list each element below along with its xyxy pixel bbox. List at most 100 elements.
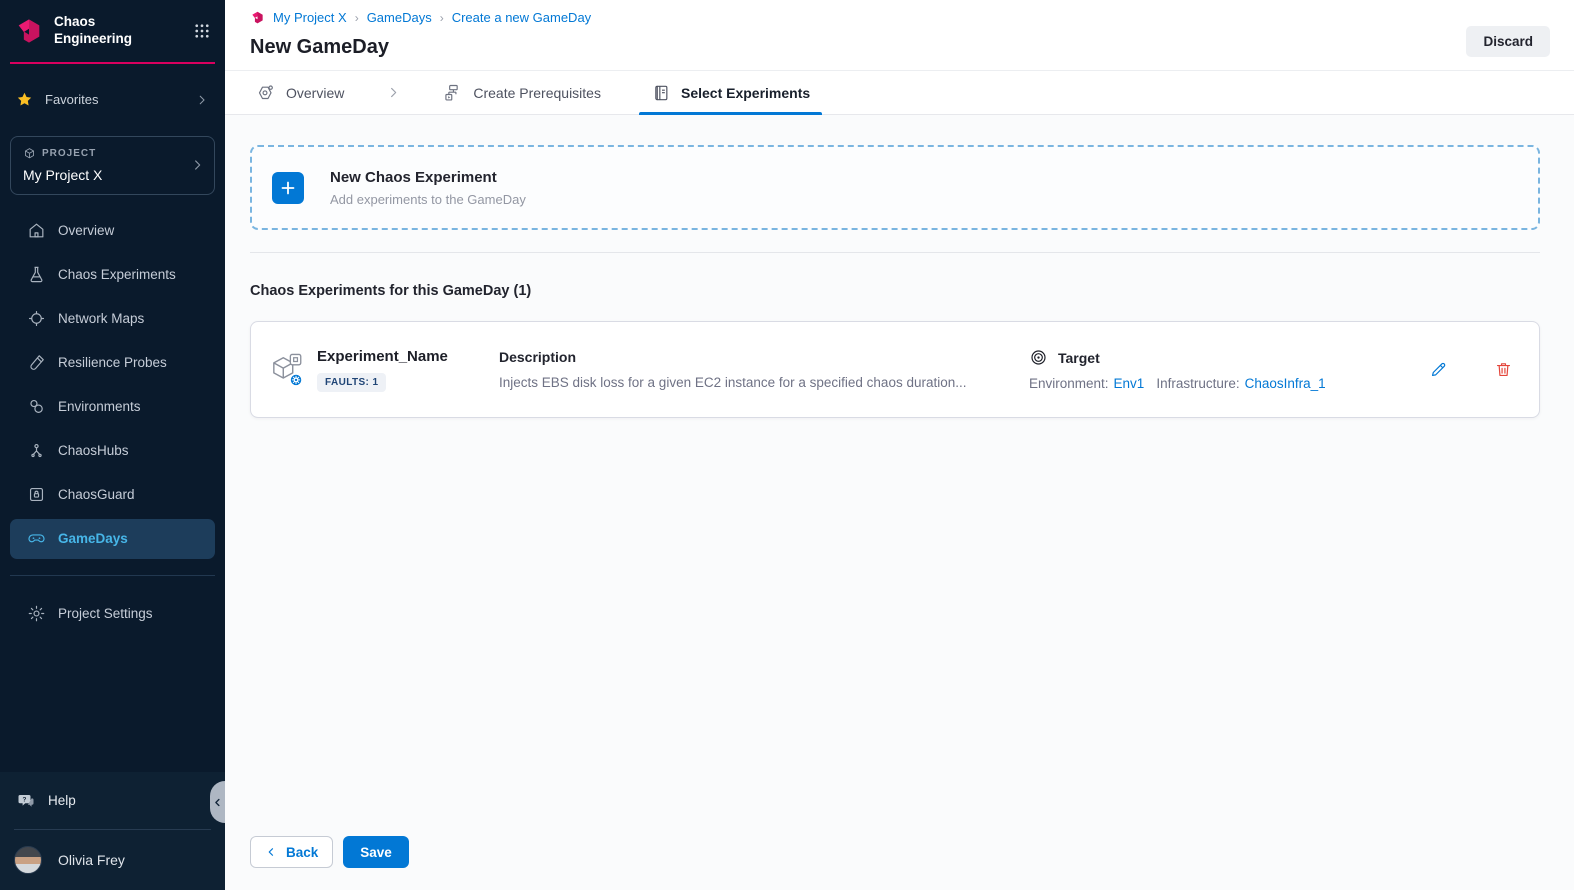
back-label: Back bbox=[286, 845, 318, 860]
brand-divider bbox=[10, 62, 215, 64]
sidebar-item-label: Project Settings bbox=[58, 606, 153, 621]
breadcrumb-separator: › bbox=[355, 11, 359, 25]
sidebar: Chaos Engineering Favorites PROJECT My P… bbox=[0, 0, 225, 890]
pencil-icon bbox=[1429, 360, 1448, 379]
section-heading: Chaos Experiments for this GameDay (1) bbox=[250, 283, 1540, 299]
infrastructure-link[interactable]: ChaosInfra_1 bbox=[1245, 376, 1326, 391]
project-selector[interactable]: PROJECT My Project X bbox=[10, 136, 215, 195]
chevron-left-icon bbox=[212, 797, 223, 808]
sidebar-item-label: ChaosHubs bbox=[58, 443, 129, 458]
experiment-name-column: Experiment_Name FAULTS: 1 bbox=[317, 348, 499, 392]
content-divider bbox=[250, 252, 1540, 253]
breadcrumb-create-gameday[interactable]: Create a new GameDay bbox=[452, 10, 591, 25]
star-icon bbox=[16, 91, 33, 108]
main-area: My Project X › GameDays › Create a new G… bbox=[225, 0, 1574, 890]
chevron-right-icon bbox=[386, 85, 401, 100]
home-icon bbox=[27, 221, 46, 240]
favorites-row[interactable]: Favorites bbox=[0, 82, 225, 118]
experiment-target-column: Target Environment: Env1 Infrastructure:… bbox=[1029, 348, 1421, 391]
sidebar-item-label: Environments bbox=[58, 399, 141, 414]
sidebar-item-label: Resilience Probes bbox=[58, 355, 167, 370]
app-grid-icon[interactable] bbox=[193, 22, 211, 40]
infrastructure-label: Infrastructure: bbox=[1156, 376, 1239, 391]
breadcrumb: My Project X › GameDays › Create a new G… bbox=[250, 10, 1550, 25]
chevron-right-icon bbox=[195, 93, 209, 107]
experiment-actions bbox=[1421, 356, 1521, 383]
wizard-footer: Back Save bbox=[250, 836, 409, 868]
breadcrumb-project[interactable]: My Project X bbox=[273, 10, 347, 25]
sidebar-item-overview[interactable]: Overview bbox=[0, 209, 225, 253]
discard-button[interactable]: Discard bbox=[1466, 26, 1550, 57]
sidebar-item-chaosguard[interactable]: ChaosGuard bbox=[0, 473, 225, 517]
sidebar-item-label: ChaosGuard bbox=[58, 487, 135, 502]
sidebar-nav: Overview Chaos Experiments Network Maps … bbox=[0, 209, 225, 559]
avatar bbox=[14, 846, 42, 874]
experiments-journal-icon bbox=[651, 83, 671, 103]
sidebar-item-environments[interactable]: Environments bbox=[0, 385, 225, 429]
app-logo-row: Chaos Engineering bbox=[0, 0, 225, 58]
new-experiment-subtitle: Add experiments to the GameDay bbox=[330, 192, 526, 207]
gear-icon bbox=[27, 604, 46, 623]
tab-label: Select Experiments bbox=[681, 85, 810, 101]
user-name: Olivia Frey bbox=[58, 852, 125, 868]
new-chaos-experiment-dropzone[interactable]: New Chaos Experiment Add experiments to … bbox=[250, 145, 1540, 230]
flask-icon bbox=[27, 265, 46, 284]
harness-logo-icon bbox=[14, 16, 44, 46]
app-title: Chaos Engineering bbox=[54, 14, 150, 48]
sidebar-item-chaos-experiments[interactable]: Chaos Experiments bbox=[0, 253, 225, 297]
harness-logo-icon bbox=[250, 10, 265, 25]
help-button[interactable]: ? Help bbox=[0, 772, 225, 829]
sidebar-item-network-maps[interactable]: Network Maps bbox=[0, 297, 225, 341]
environment-link[interactable]: Env1 bbox=[1114, 376, 1145, 391]
network-icon bbox=[27, 309, 46, 328]
user-menu[interactable]: Olivia Frey bbox=[0, 830, 225, 890]
help-label: Help bbox=[48, 793, 76, 808]
chevron-right-icon bbox=[190, 158, 205, 173]
edit-experiment-button[interactable] bbox=[1425, 356, 1452, 383]
project-label: PROJECT bbox=[42, 148, 96, 159]
tab-label: Create Prerequisites bbox=[473, 85, 601, 101]
sidebar-item-label: Chaos Experiments bbox=[58, 267, 176, 282]
gamepad-icon bbox=[27, 529, 46, 548]
page-header: My Project X › GameDays › Create a new G… bbox=[225, 0, 1574, 71]
environment-label: Environment: bbox=[1029, 376, 1109, 391]
experiment-cube-icon bbox=[271, 351, 307, 389]
svg-text:?: ? bbox=[23, 796, 27, 803]
tab-create-prerequisites[interactable]: Create Prerequisites bbox=[437, 71, 607, 114]
breadcrumb-gamedays[interactable]: GameDays bbox=[367, 10, 432, 25]
tab-select-experiments[interactable]: Select Experiments bbox=[645, 71, 816, 114]
guard-lock-icon bbox=[27, 485, 46, 504]
nav-divider bbox=[10, 575, 215, 576]
add-experiment-button[interactable] bbox=[272, 172, 304, 204]
help-chat-icon: ? bbox=[17, 792, 35, 810]
plus-icon bbox=[280, 180, 296, 196]
sidebar-item-resilience-probes[interactable]: Resilience Probes bbox=[0, 341, 225, 385]
sidebar-item-project-settings[interactable]: Project Settings bbox=[0, 592, 225, 636]
description-label: Description bbox=[499, 349, 1005, 365]
experiment-name: Experiment_Name bbox=[317, 348, 499, 365]
tab-overview[interactable]: Overview bbox=[250, 71, 350, 114]
sidebar-item-gamedays[interactable]: GameDays bbox=[10, 519, 215, 559]
sidebar-item-label: GameDays bbox=[58, 531, 128, 546]
sidebar-item-label: Overview bbox=[58, 223, 114, 238]
sidebar-collapse-handle[interactable] bbox=[210, 781, 225, 823]
target-icon bbox=[1029, 348, 1048, 367]
tab-label: Overview bbox=[286, 85, 344, 101]
project-name: My Project X bbox=[23, 167, 202, 183]
prerequisites-flow-icon bbox=[443, 83, 463, 103]
sidebar-bottom: ? Help Olivia Frey bbox=[0, 772, 225, 890]
save-button[interactable]: Save bbox=[343, 836, 409, 868]
new-experiment-text: New Chaos Experiment Add experiments to … bbox=[330, 169, 526, 207]
back-button[interactable]: Back bbox=[250, 836, 333, 868]
environments-icon bbox=[27, 397, 46, 416]
trash-icon bbox=[1494, 360, 1513, 379]
hub-icon bbox=[27, 441, 46, 460]
content-area: New Chaos Experiment Add experiments to … bbox=[225, 115, 1574, 890]
page-title: New GameDay bbox=[250, 36, 1550, 59]
cube-icon bbox=[23, 147, 36, 160]
favorites-label: Favorites bbox=[45, 92, 98, 107]
delete-experiment-button[interactable] bbox=[1490, 356, 1517, 383]
wizard-tabs: Overview Create Prerequisites Select Exp… bbox=[225, 71, 1574, 115]
sidebar-item-chaoshubs[interactable]: ChaosHubs bbox=[0, 429, 225, 473]
experiment-description-column: Description Injects EBS disk loss for a … bbox=[499, 349, 1029, 390]
